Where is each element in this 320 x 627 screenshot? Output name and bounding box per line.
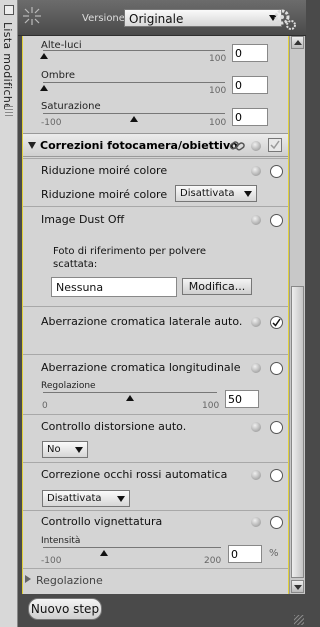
adjustments-panel: Alte-luci 100 0 Ombre 100 0 Saturazione … [22, 36, 289, 594]
version-bar: Versione Originale [18, 0, 306, 36]
saturazione-slider-thumb[interactable] [130, 116, 138, 122]
aberr-long-title: Aberrazione cromatica longitudinale [41, 361, 241, 374]
aberr-lateral-reset-icon[interactable] [251, 317, 261, 327]
aberr-long-value-field[interactable]: 50 [225, 390, 259, 408]
distortion-reset-icon[interactable] [251, 422, 261, 432]
dust-off-reference-field[interactable]: Nessuna [51, 277, 177, 297]
version-label: Versione [82, 13, 125, 24]
arrow-up-icon [294, 40, 302, 45]
distortion-title: Controllo distorsione auto. [41, 420, 187, 433]
resize-grip-icon[interactable] [294, 615, 304, 625]
edit-list-side-tab[interactable]: Lista modifiche [0, 0, 18, 627]
aberr-long-slider-label: Regolazione [41, 381, 96, 391]
vignette-max: 200 [204, 556, 222, 566]
chevron-down-icon [244, 191, 252, 197]
panel-scrollbar[interactable] [289, 36, 305, 594]
dust-off-caption: Foto di riferimento per polvere scattata… [53, 246, 207, 270]
gear-icon[interactable] [272, 6, 298, 32]
red-eye-dropdown[interactable]: Disattivata [42, 490, 130, 507]
burst-icon [22, 6, 42, 26]
vignette-row: Controllo vignettatura Intensità -100 20… [23, 510, 288, 572]
saturazione-label: Saturazione [41, 101, 101, 112]
chevron-down-icon [75, 447, 83, 453]
red-eye-enable-radio[interactable] [270, 469, 283, 482]
scroll-up-button[interactable] [291, 36, 304, 49]
vignette-enable-radio[interactable] [270, 516, 283, 529]
aberr-lateral-row: Aberrazione cromatica laterale auto. [23, 306, 288, 354]
vignette-title: Controllo vignettatura [41, 515, 163, 528]
regolazione-collapsed-row[interactable]: Regolazione [23, 568, 288, 594]
moire-row: Riduzione moiré colore Riduzione moiré c… [23, 158, 288, 206]
aberr-long-slider-track[interactable] [43, 392, 217, 393]
dust-off-row: Image Dust Off Foto di riferimento per p… [23, 206, 288, 306]
moire-dropdown[interactable]: Disattivata [175, 185, 257, 202]
saturazione-max: 100 [209, 118, 227, 128]
vignette-unit: % [269, 548, 279, 559]
ombre-max: 100 [209, 86, 227, 96]
vignette-slider-track[interactable] [43, 547, 221, 548]
distortion-enable-radio[interactable] [270, 421, 283, 434]
dust-off-reset-icon[interactable] [251, 215, 261, 225]
aberr-long-slider-thumb[interactable] [126, 395, 134, 401]
ombre-slider-track[interactable] [43, 82, 225, 83]
moire-sub-label: Riduzione moiré colore [41, 188, 168, 201]
dust-off-title: Image Dust Off [41, 213, 125, 226]
distortion-dropdown[interactable]: No [42, 441, 88, 458]
moire-dropdown-value: Disattivata [180, 188, 235, 199]
side-tab-grip-icon [5, 106, 13, 116]
regolazione-label: Regolazione [36, 574, 103, 587]
red-eye-reset-icon[interactable] [251, 470, 261, 480]
section-collapse-icon[interactable] [28, 142, 36, 149]
alte-luci-value-field[interactable]: 0 [232, 44, 268, 62]
vignette-slider-thumb[interactable] [100, 550, 108, 556]
section-enable-checkbox[interactable] [268, 138, 282, 152]
red-eye-title: Correzione occhi rossi automatica [41, 468, 228, 481]
side-tab-label: Lista modifiche [1, 22, 14, 111]
vignette-reset-icon[interactable] [251, 517, 261, 527]
aberr-long-min: 0 [42, 401, 48, 411]
alte-luci-slider-track[interactable] [43, 50, 225, 51]
alte-luci-max: 100 [209, 54, 227, 64]
distortion-row: Controllo distorsione auto. No [23, 414, 288, 462]
aberr-long-enable-radio[interactable] [270, 362, 283, 375]
saturazione-value-field[interactable]: 0 [232, 108, 268, 126]
scroll-thumb[interactable] [291, 286, 304, 578]
moire-enable-radio[interactable] [270, 165, 283, 178]
moire-title: Riduzione moiré colore [41, 164, 168, 177]
section-title: Correzioni fotocamera/obiettivo [40, 139, 238, 152]
ombre-label: Ombre [41, 70, 76, 81]
expand-arrow-icon[interactable] [25, 575, 31, 583]
section-reset-icon[interactable] [251, 141, 261, 151]
dust-off-enable-radio[interactable] [270, 214, 283, 227]
ombre-slider-thumb[interactable] [40, 85, 48, 91]
chevron-down-icon [117, 496, 125, 502]
dust-off-modify-button[interactable]: Modifica... [182, 278, 252, 295]
ombre-value-field[interactable]: 0 [232, 76, 268, 94]
vignette-value-field[interactable]: 0 [228, 545, 262, 563]
red-eye-dropdown-value: Disattivata [47, 493, 102, 504]
side-tab-toggle[interactable] [4, 5, 14, 15]
aberr-lateral-title: Aberrazione cromatica laterale auto. [41, 315, 243, 328]
aberr-long-max: 100 [202, 401, 220, 411]
version-select[interactable]: Originale [124, 9, 282, 27]
alte-luci-slider-thumb[interactable] [40, 53, 48, 59]
aberr-long-row: Aberrazione cromatica longitudinale Rego… [23, 354, 288, 414]
vignette-slider-label: Intensità [41, 536, 81, 546]
moire-reset-icon[interactable] [251, 166, 261, 176]
edit-list-window: Lista modifiche Versione Originale Alte-… [0, 0, 306, 627]
arrow-down-icon [294, 585, 302, 590]
section-header-camera-lens[interactable]: Correzioni fotocamera/obiettivo [23, 133, 288, 157]
saturazione-slider-track[interactable] [43, 113, 225, 114]
aberr-lateral-enable-radio[interactable] [270, 316, 283, 329]
link-icon[interactable] [229, 138, 245, 154]
version-select-value: Originale [129, 12, 184, 26]
vignette-min: -100 [41, 556, 62, 566]
scroll-down-button[interactable] [291, 580, 304, 593]
distortion-dropdown-value: No [47, 444, 61, 455]
aberr-long-reset-icon[interactable] [251, 363, 261, 373]
red-eye-row: Correzione occhi rossi automatica Disatt… [23, 462, 288, 510]
saturazione-min: -100 [41, 118, 62, 128]
new-step-button[interactable]: Nuovo step [28, 598, 102, 620]
